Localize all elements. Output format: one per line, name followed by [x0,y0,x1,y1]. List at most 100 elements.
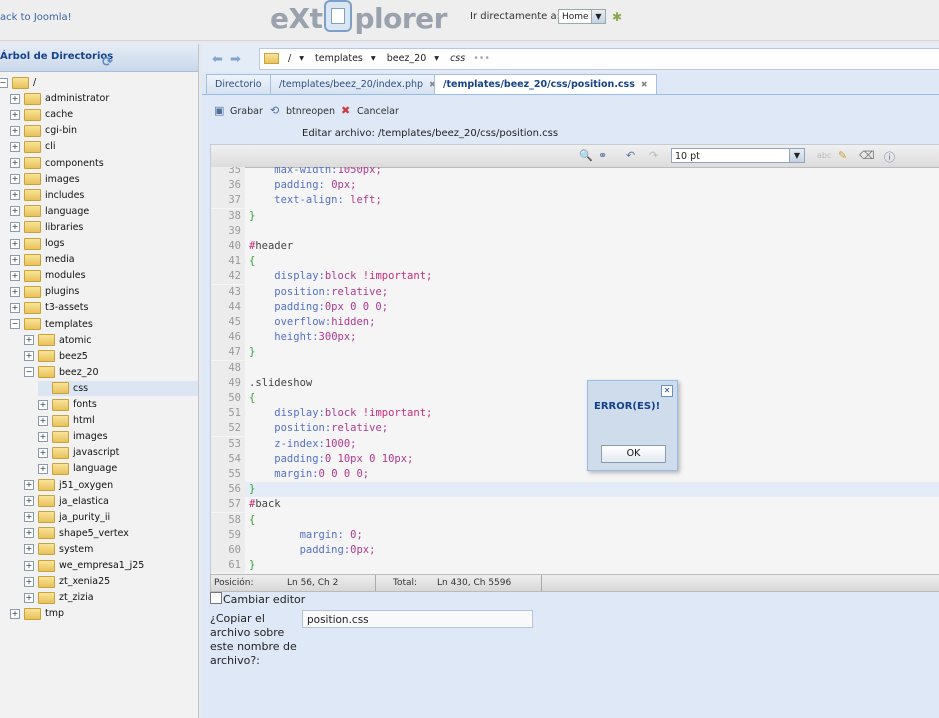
expand-icon[interactable]: + [24,512,34,523]
expand-icon[interactable]: + [24,480,34,490]
expand-icon[interactable]: + [10,238,20,249]
code-line[interactable]: 61} [211,558,939,574]
tree-item[interactable]: + logs [10,236,64,251]
expand-icon[interactable]: + [10,93,20,104]
code-line[interactable]: 55 margin:0 0 0 0; [211,467,939,482]
expand-icon[interactable]: + [10,222,20,233]
eraser-icon[interactable]: ⌫ [859,149,875,162]
highlight-icon[interactable]: ✎ [838,149,847,162]
tree-item[interactable]: + plugins [10,284,79,299]
expand-icon[interactable]: + [38,431,48,442]
tree-item[interactable]: + shape5_vertex [24,526,129,541]
close-icon[interactable]: ✖ [641,80,648,89]
code-line[interactable]: 51 display:block !important; [211,406,939,422]
tree-item[interactable]: + beez5 [24,349,88,364]
tree-item[interactable]: + cgi-bin [10,123,77,138]
code-line[interactable]: 47} [211,345,939,361]
tree-item[interactable]: + administrator [10,91,109,106]
tree-item[interactable]: + language [10,204,89,219]
tree-item[interactable]: + includes [10,188,84,203]
chevron-down-icon[interactable]: ▾ [371,53,376,64]
tree-item[interactable]: + language [38,461,117,476]
code-line[interactable]: 41 { [211,254,939,270]
code-line[interactable]: 58 { [211,512,939,528]
code-line[interactable]: 43 position:relative; [211,284,939,300]
ok-button[interactable]: OK [601,445,666,463]
expand-icon[interactable]: + [10,254,20,265]
forward-arrow-icon[interactable]: ➡ [230,52,241,67]
tree-item[interactable]: + j51_oxygen [24,478,113,493]
tree-item[interactable]: + zt_xenia25 [24,574,110,589]
code-line[interactable]: 40 #header [211,239,939,254]
tree-item[interactable]: + atomic [24,333,91,348]
code-line[interactable]: 49 .slideshow [211,375,939,391]
go-icon[interactable]: ✱ [612,10,622,24]
expand-icon[interactable]: + [10,125,20,136]
back-arrow-icon[interactable]: ⬅ [212,52,223,67]
code-line[interactable]: 46 height:300px; [211,330,939,346]
path-templates[interactable]: templates [315,53,363,64]
tree-item[interactable]: + components [10,156,104,171]
tree-item[interactable]: + media [10,252,75,267]
chevron-down-icon[interactable]: ▼ [591,10,605,23]
syntax-icon[interactable]: abc [817,151,831,160]
expand-icon[interactable]: + [24,560,34,571]
code-area[interactable]: 35 max-width:1050px; 36 padding: 0px; 37 t… [211,167,939,574]
tree-item[interactable]: + tmp [10,606,64,621]
font-size-select[interactable]: 10 pt ▼ [671,148,805,163]
chevron-down-icon[interactable]: ▾ [299,53,304,64]
code-line[interactable]: 36 padding: 0px; [211,178,939,194]
expand-icon[interactable]: + [24,592,34,603]
copy-filename-input[interactable]: position.css [302,610,533,628]
collapse-icon[interactable]: − [0,77,8,88]
expand-icon[interactable]: + [38,399,48,410]
redo-icon[interactable]: ↷ [649,149,658,162]
path-css[interactable]: css [450,53,465,64]
expand-icon[interactable]: + [10,190,20,201]
tree-item[interactable]: + fonts [38,397,97,412]
code-line[interactable]: 60 padding:0px; [211,543,939,558]
code-line[interactable]: 48 [211,360,939,376]
tree-item[interactable]: css [38,380,198,396]
expand-icon[interactable]: + [10,302,20,313]
help-icon[interactable]: ⓘ [884,149,895,165]
tab-directorio[interactable]: Directorio [206,74,271,94]
code-editor[interactable]: 🔍 ⚭ ↶ ↷ 10 pt ▼ abc ✎ ⌫ ⓘ 35 max-width:1… [210,144,939,575]
tree-item[interactable]: − templates [10,317,93,332]
tree-item[interactable]: + t3-assets [10,300,88,315]
tree-item[interactable]: + ja_elastica [24,494,109,509]
expand-icon[interactable]: + [38,463,48,474]
tree-item[interactable]: + ja_purity_ii [24,510,110,525]
tree-item[interactable]: − / [0,75,36,90]
tree-item[interactable]: + modules [10,268,86,283]
path-breadcrumb[interactable]: / ▾ templates ▾ beez_20 ▾ css ••• [259,48,939,70]
tab-index-php[interactable]: /templates/beez_20/index.php ✖ [270,74,445,94]
search-icon[interactable]: 🔍 [579,149,593,162]
path-root[interactable]: / [288,53,291,64]
expand-icon[interactable]: + [10,270,20,281]
cancel-button[interactable]: ✖ Cancelar [341,104,399,117]
code-line[interactable]: 57 #back [211,497,939,513]
chevron-down-icon[interactable]: ▾ [434,53,439,64]
reopen-button[interactable]: ⟲ btnreopen [270,104,335,117]
code-line[interactable]: 54 padding:0 10px 0 10px; [211,451,939,467]
expand-icon[interactable]: + [24,528,34,539]
code-line[interactable]: 56} [211,482,939,498]
replace-icon[interactable]: ⚭ [598,149,607,162]
goto-select[interactable]: Home ▼ [558,9,606,24]
tree-item[interactable]: − beez_20 [24,365,99,380]
code-line[interactable]: 37 text-align: left; [211,193,939,209]
close-icon[interactable]: ✕ [661,385,673,397]
tree-item[interactable]: + images [10,172,80,187]
expand-icon[interactable]: + [10,206,20,217]
expand-icon[interactable]: + [38,447,48,458]
code-line[interactable]: 59 margin: 0; [211,527,939,543]
collapse-icon[interactable]: − [24,367,34,378]
path-beez20[interactable]: beez_20 [387,53,427,64]
tree-item[interactable]: + html [38,413,95,428]
tree-item[interactable]: + libraries [10,220,83,235]
tree-item[interactable]: + images [38,429,108,444]
tree-item[interactable]: + we_empresa1_j25 [24,558,144,573]
expand-icon[interactable]: + [10,174,20,185]
collapse-icon[interactable]: − [10,319,20,329]
